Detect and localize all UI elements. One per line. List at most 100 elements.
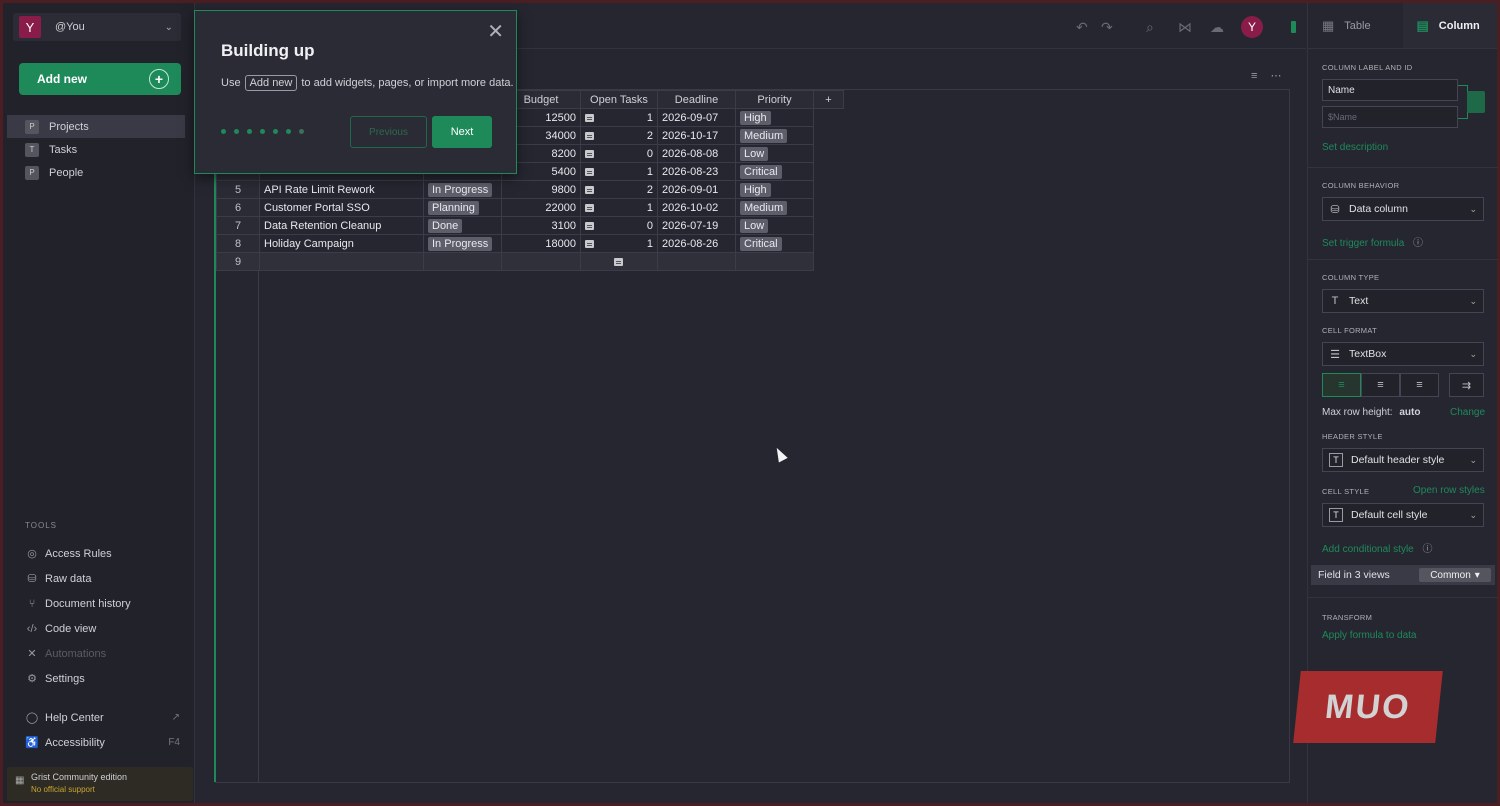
set-description-link[interactable]: Set description bbox=[1322, 142, 1388, 153]
undo-icon[interactable]: ↶ bbox=[1076, 19, 1088, 36]
column-id-input[interactable]: $Name bbox=[1322, 106, 1458, 128]
add-conditional-style-link[interactable]: Add conditional style ⓘ bbox=[1322, 540, 1433, 555]
cell-open-tasks[interactable]: 0 bbox=[580, 216, 658, 235]
cell-format-select[interactable]: ☰ TextBox ⌄ bbox=[1322, 342, 1484, 366]
cell-open-tasks[interactable]: 1 bbox=[580, 162, 658, 181]
wrap-text-icon[interactable]: ⇉ bbox=[1449, 373, 1484, 397]
cell-open-tasks[interactable]: 2 bbox=[580, 126, 658, 145]
table-row[interactable]: 8 Holiday Campaign In Progress 18000 1 2026-0… bbox=[216, 234, 844, 253]
open-row-styles-link[interactable]: Open row styles bbox=[1413, 485, 1485, 496]
cell-open-tasks[interactable]: 1 bbox=[580, 234, 658, 253]
column-header-priority[interactable]: Priority bbox=[735, 90, 814, 109]
column-label-input[interactable]: Name bbox=[1322, 79, 1458, 101]
cell[interactable] bbox=[735, 252, 814, 271]
cell-name[interactable]: Customer Portal SSO bbox=[259, 198, 424, 217]
cell-budget[interactable]: 22000 bbox=[501, 198, 581, 217]
tab-column[interactable]: ▤ Column bbox=[1402, 3, 1497, 48]
cell-priority[interactable]: Critical bbox=[735, 162, 814, 181]
cell-deadline[interactable]: 2026-09-01 bbox=[657, 180, 736, 199]
cell-open-tasks[interactable]: 2 bbox=[580, 180, 658, 199]
cell-deadline[interactable]: 2026-09-07 bbox=[657, 108, 736, 127]
sort-filter-icon[interactable]: ≡ bbox=[1251, 70, 1257, 82]
close-icon[interactable]: ✕ bbox=[487, 19, 504, 44]
change-link[interactable]: Change bbox=[1450, 407, 1485, 418]
new-row[interactable]: 9 bbox=[216, 252, 844, 271]
comments-icon[interactable]: ☁ bbox=[1210, 19, 1224, 36]
cell-open-tasks[interactable]: 0 bbox=[580, 144, 658, 163]
edition-banner[interactable]: ▦ Grist Community edition No official su… bbox=[7, 767, 193, 801]
cell-priority[interactable]: High bbox=[735, 108, 814, 127]
cell-name[interactable]: API Rate Limit Rework bbox=[259, 180, 424, 199]
cell-deadline[interactable]: 2026-08-08 bbox=[657, 144, 736, 163]
cell-name[interactable]: Data Retention Cleanup bbox=[259, 216, 424, 235]
set-trigger-formula-link[interactable]: Set trigger formula ⓘ bbox=[1322, 234, 1423, 249]
cell-deadline[interactable]: 2026-10-17 bbox=[657, 126, 736, 145]
user-avatar[interactable]: Y bbox=[1241, 16, 1263, 38]
next-button[interactable]: Next bbox=[432, 116, 492, 148]
tool-raw-data[interactable]: ⛁ Raw data bbox=[25, 566, 180, 591]
cell[interactable] bbox=[423, 252, 502, 271]
panel-toggle-icon[interactable] bbox=[1291, 21, 1296, 33]
cell-status[interactable]: Planning bbox=[423, 198, 502, 217]
table-row[interactable]: 5 API Rate Limit Rework In Progress 9800 2 20… bbox=[216, 180, 844, 199]
tool-code-view[interactable]: ‹/› Code view bbox=[25, 616, 180, 641]
cell-deadline[interactable]: 2026-10-02 bbox=[657, 198, 736, 217]
column-header-deadline[interactable]: Deadline bbox=[657, 90, 736, 109]
accessibility-link[interactable]: ♿ Accessibility F4 bbox=[25, 730, 180, 755]
link-icon[interactable] bbox=[1467, 91, 1485, 113]
tool-access-rules[interactable]: ◎ Access Rules bbox=[25, 541, 180, 566]
cell-deadline[interactable]: 2026-08-26 bbox=[657, 234, 736, 253]
align-left-icon[interactable]: ≡ bbox=[1322, 373, 1361, 397]
question-icon[interactable]: ⓘ bbox=[1413, 238, 1423, 249]
cell[interactable] bbox=[657, 252, 736, 271]
cell-status[interactable]: In Progress bbox=[423, 180, 502, 199]
tool-settings[interactable]: ⚙ Settings bbox=[25, 666, 180, 691]
cell-status[interactable]: Done bbox=[423, 216, 502, 235]
question-icon[interactable]: ⓘ bbox=[1423, 544, 1433, 555]
tab-table[interactable]: ▦ Table bbox=[1308, 3, 1403, 48]
tool-automations[interactable]: ✕ Automations bbox=[25, 641, 180, 666]
table-row[interactable]: 6 Customer Portal SSO Planning 22000 1 2026-1… bbox=[216, 198, 844, 217]
cell-status[interactable]: In Progress bbox=[423, 234, 502, 253]
account-switcher[interactable]: Y @You ⌄ bbox=[13, 13, 181, 41]
cell-budget[interactable]: 18000 bbox=[501, 234, 581, 253]
page-item-people[interactable]: P People bbox=[7, 161, 185, 184]
column-header-open-tasks[interactable]: Open Tasks bbox=[580, 90, 658, 109]
cell[interactable] bbox=[580, 252, 658, 271]
cell-budget[interactable]: 3100 bbox=[501, 216, 581, 235]
add-new-button[interactable]: Add new + bbox=[19, 63, 181, 95]
cell-deadline[interactable]: 2026-08-23 bbox=[657, 162, 736, 181]
cell-budget[interactable]: 9800 bbox=[501, 180, 581, 199]
page-item-projects[interactable]: P Projects bbox=[7, 115, 185, 138]
cell-open-tasks[interactable]: 1 bbox=[580, 108, 658, 127]
more-options-icon[interactable]: ⋯ bbox=[1270, 70, 1281, 82]
share-icon[interactable]: ⋈ bbox=[1178, 19, 1192, 36]
column-behavior-select[interactable]: ⛁ Data column ⌄ bbox=[1322, 197, 1484, 221]
cell-style-select[interactable]: T Default cell style ⌄ bbox=[1322, 503, 1484, 527]
cell[interactable] bbox=[501, 252, 581, 271]
common-settings-dropdown[interactable]: Common ▾ bbox=[1419, 568, 1491, 582]
tool-document-history[interactable]: ⑂ Document history bbox=[25, 591, 180, 616]
cell-deadline[interactable]: 2026-07-19 bbox=[657, 216, 736, 235]
cell[interactable] bbox=[259, 252, 424, 271]
cell-priority[interactable]: Medium bbox=[735, 126, 814, 145]
cell-priority[interactable]: Low bbox=[735, 216, 814, 235]
cell-priority[interactable]: Medium bbox=[735, 198, 814, 217]
header-style-select[interactable]: T Default header style ⌄ bbox=[1322, 448, 1484, 472]
align-center-icon[interactable]: ≡ bbox=[1361, 373, 1400, 397]
search-icon[interactable]: ⌕ bbox=[1146, 19, 1154, 36]
apply-formula-link[interactable]: Apply formula to data bbox=[1322, 630, 1417, 641]
cell-priority[interactable]: Low bbox=[735, 144, 814, 163]
table-row[interactable]: 7 Data Retention Cleanup Done 3100 0 2026-07-… bbox=[216, 216, 844, 235]
column-type-select[interactable]: T Text ⌄ bbox=[1322, 289, 1484, 313]
redo-icon[interactable]: ↷ bbox=[1101, 19, 1113, 36]
help-center-link[interactable]: ◯ Help Center ↗ bbox=[25, 705, 180, 730]
previous-button[interactable]: Previous bbox=[350, 116, 427, 148]
cell-priority[interactable]: Critical bbox=[735, 234, 814, 253]
cell-priority[interactable]: High bbox=[735, 180, 814, 199]
add-column-button[interactable]: + bbox=[813, 90, 844, 109]
cell-name[interactable]: Holiday Campaign bbox=[259, 234, 424, 253]
align-right-icon[interactable]: ≡ bbox=[1400, 373, 1439, 397]
cell-open-tasks[interactable]: 1 bbox=[580, 198, 658, 217]
page-item-tasks[interactable]: T Tasks bbox=[7, 138, 185, 161]
